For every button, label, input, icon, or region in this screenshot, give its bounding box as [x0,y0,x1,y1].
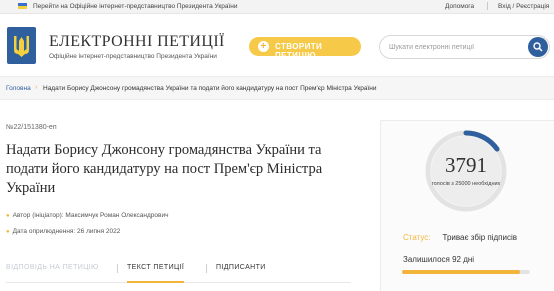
vote-progress-ring: 3791 голосів з 25000 необхідних [425,130,507,212]
petition-date: ● Дата оприлюднення: 26 липня 2022 [6,228,120,235]
petition-tabs: ВІДПОВІДЬ НА ПЕТИЦІЮ ТЕКСТ ПЕТИЦІЇ ПІДПИ… [6,258,351,283]
ukraine-flag-icon [18,3,27,9]
site-subtitle: Офіційне інтернет-представництво Президе… [49,53,217,60]
topbar-divider [487,2,488,10]
breadcrumb: Головна › Надати Борису Джонсону громадя… [0,77,554,100]
petition-title: Надати Борису Джонсону громадянства Укра… [6,142,323,196]
help-link[interactable]: Допомога [445,3,474,10]
plus-icon: + [258,41,269,52]
tab-divider [117,264,118,273]
tab-divider [206,264,207,273]
search-icon [533,42,543,52]
petition-number: №22/151380-еп [6,124,57,131]
status-label: Статус: [403,233,431,242]
vote-count: 3791 [445,153,487,177]
create-petition-label: СТВОРИТИ ПЕТИЦІЮ [275,42,323,60]
breadcrumb-home[interactable]: Головна [6,85,31,92]
vote-count-caption: голосів з 25000 необхідних [431,181,501,187]
search-input[interactable] [389,41,514,53]
tab-signers[interactable]: ПІДПИСАНТИ [216,264,266,271]
trident-emblem-icon[interactable] [7,27,36,64]
bullet-icon: ● [6,213,10,219]
author-text: Автор (ініціатор): Максимчук Роман Олекс… [12,212,169,219]
date-text: Дата оприлюднення: 26 липня 2022 [12,228,121,235]
search-button[interactable] [528,37,548,57]
tab-petition-text[interactable]: ТЕКСТ ПЕТИЦІЇ [127,264,185,283]
chevron-right-icon: › [35,84,38,91]
days-remaining: Залишилося 92 дні [403,255,475,264]
petition-author: ● Автор (ініціатор): Максимчук Роман Олек… [6,212,168,219]
create-petition-button[interactable]: + СТВОРИТИ ПЕТИЦІЮ [249,37,361,60]
status-value: Триває збір підписів [442,233,517,242]
days-remaining-fill [402,270,520,274]
days-remaining-bar [402,270,530,274]
search-box [379,35,550,59]
petition-status: Статус: Триває збір підписів [403,233,517,242]
top-bar: Перейти на Офіційне інтернет-представниц… [0,0,554,14]
bullet-icon: ● [6,229,10,235]
breadcrumb-current: Надати Борису Джонсону громадянства Укра… [43,85,377,92]
official-site-link[interactable]: Перейти на Офіційне інтернет-представниц… [33,3,238,10]
login-register-link[interactable]: Вхід / Реєстрація [498,3,549,10]
tab-answer[interactable]: ВІДПОВІДЬ НА ПЕТИЦІЮ [6,264,99,271]
site-title[interactable]: ЕЛЕКТРОННІ ПЕТИЦІЇ [49,33,225,51]
